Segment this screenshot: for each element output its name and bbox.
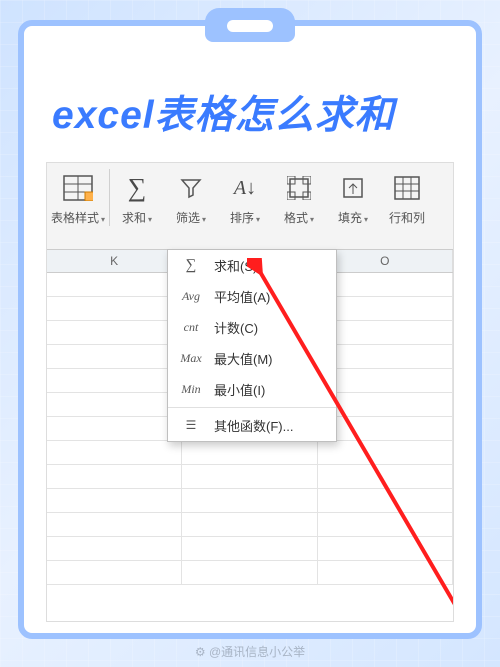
menu-item-min[interactable]: Min 最小值(I) bbox=[168, 374, 336, 405]
more-icon: ☰ bbox=[178, 418, 204, 433]
ribbon-table-style[interactable]: 表格样式▾ bbox=[47, 169, 110, 226]
dropdown-arrow-icon: ▾ bbox=[256, 215, 260, 224]
table-row[interactable] bbox=[47, 441, 453, 465]
card-hanger bbox=[205, 8, 295, 42]
column-header[interactable]: O bbox=[318, 250, 453, 272]
menu-item-more-functions[interactable]: ☰ 其他函数(F)... bbox=[168, 410, 336, 441]
avg-icon: Avg bbox=[178, 289, 204, 304]
menu-separator bbox=[168, 407, 336, 408]
menu-item-label: 计数(C) bbox=[214, 318, 258, 337]
ribbon-label: 排序 bbox=[230, 211, 254, 225]
max-icon: Max bbox=[178, 351, 204, 366]
watermark: ⚙ @通讯信息小公举 bbox=[195, 643, 305, 660]
dropdown-arrow-icon: ▾ bbox=[310, 215, 314, 224]
page-title: excel表格怎么求和 bbox=[24, 26, 476, 162]
ribbon-label: 筛选 bbox=[176, 211, 200, 225]
ribbon-rows-cols[interactable]: 行和列 bbox=[380, 169, 434, 226]
menu-item-label: 求和(S) bbox=[214, 256, 257, 275]
menu-item-sum[interactable]: ∑ 求和(S) bbox=[168, 250, 336, 281]
sigma-icon: ∑ bbox=[178, 257, 204, 274]
rows-cols-icon bbox=[389, 171, 425, 205]
table-row[interactable] bbox=[47, 561, 453, 585]
menu-item-label: 其他函数(F)... bbox=[214, 416, 293, 435]
column-header[interactable]: K bbox=[47, 250, 182, 272]
ribbon-label: 求和 bbox=[122, 211, 146, 225]
sigma-icon: ∑ bbox=[119, 171, 155, 205]
ribbon-fill[interactable]: 填充▾ bbox=[326, 169, 380, 226]
card: excel表格怎么求和 表格样式▾ ∑ 求和▾ 筛选▾ A↓ bbox=[18, 20, 482, 639]
ribbon-format[interactable]: 格式▾ bbox=[272, 169, 326, 226]
menu-item-label: 最小值(I) bbox=[214, 380, 265, 399]
table-row[interactable] bbox=[47, 465, 453, 489]
count-icon: cnt bbox=[178, 320, 204, 335]
table-row[interactable] bbox=[47, 537, 453, 561]
fill-icon bbox=[335, 171, 371, 205]
menu-item-average[interactable]: Avg 平均值(A) bbox=[168, 281, 336, 312]
table-row[interactable] bbox=[47, 489, 453, 513]
table-row[interactable] bbox=[47, 513, 453, 537]
filter-icon bbox=[173, 171, 209, 205]
menu-item-label: 最大值(M) bbox=[214, 349, 273, 368]
ribbon-toolbar: 表格样式▾ ∑ 求和▾ 筛选▾ A↓ 排序▾ 格式▾ bbox=[47, 163, 453, 245]
min-icon: Min bbox=[178, 382, 204, 397]
ribbon-label: 行和列 bbox=[389, 211, 425, 225]
dropdown-arrow-icon: ▾ bbox=[101, 215, 105, 224]
sort-icon: A↓ bbox=[227, 171, 263, 205]
menu-item-label: 平均值(A) bbox=[214, 287, 270, 306]
ribbon-sort[interactable]: A↓ 排序▾ bbox=[218, 169, 272, 226]
menu-item-max[interactable]: Max 最大值(M) bbox=[168, 343, 336, 374]
table-style-icon bbox=[60, 171, 96, 205]
format-icon bbox=[281, 171, 317, 205]
excel-screenshot: 表格样式▾ ∑ 求和▾ 筛选▾ A↓ 排序▾ 格式▾ bbox=[46, 162, 454, 622]
ribbon-label: 格式 bbox=[284, 211, 308, 225]
dropdown-arrow-icon: ▾ bbox=[364, 215, 368, 224]
dropdown-arrow-icon: ▾ bbox=[148, 215, 152, 224]
sum-dropdown-menu: ∑ 求和(S) Avg 平均值(A) cnt 计数(C) Max 最大值(M) … bbox=[167, 249, 337, 442]
ribbon-label: 填充 bbox=[338, 211, 362, 225]
ribbon-sum[interactable]: ∑ 求和▾ bbox=[110, 169, 164, 226]
ribbon-filter[interactable]: 筛选▾ bbox=[164, 169, 218, 226]
dropdown-arrow-icon: ▾ bbox=[202, 215, 206, 224]
menu-item-count[interactable]: cnt 计数(C) bbox=[168, 312, 336, 343]
ribbon-label: 表格样式 bbox=[51, 211, 99, 225]
